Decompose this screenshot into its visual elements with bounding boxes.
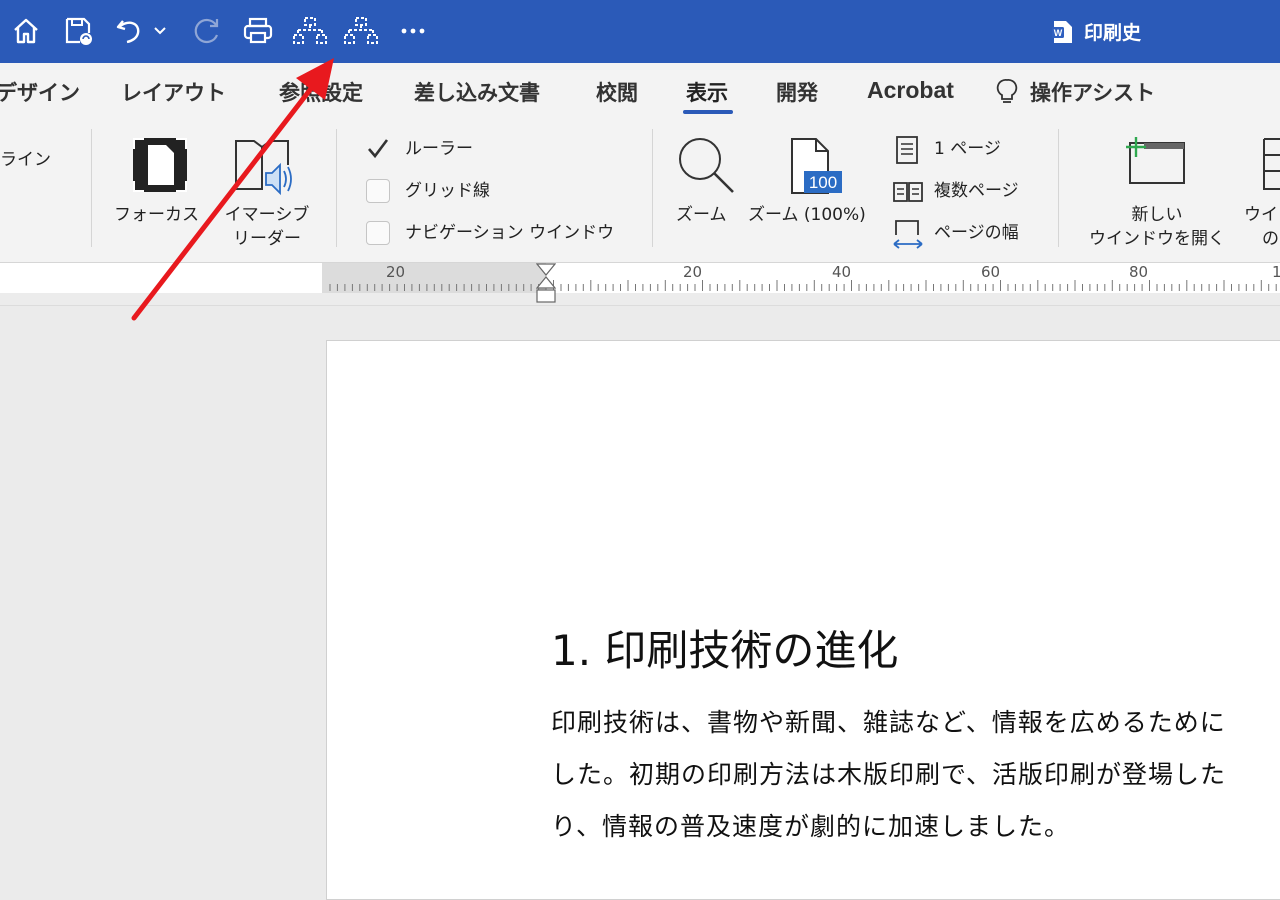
immersive-reader-label-line1: イマーシブ — [224, 205, 310, 225]
new-window-icon[interactable] — [1124, 137, 1188, 191]
tab-review[interactable]: 校閲 — [596, 77, 638, 107]
new-window-label-line2: ウインドウを開く — [1089, 229, 1225, 249]
ruler-label-80: 80 — [1129, 263, 1149, 281]
group-separator — [1058, 129, 1059, 247]
magnifier-icon[interactable] — [676, 135, 736, 199]
navigation-pane-checkbox[interactable] — [366, 221, 390, 245]
arrange-all-label-line2: の — [1262, 229, 1279, 249]
home-icon[interactable] — [9, 14, 43, 48]
immersive-reader-icon[interactable] — [234, 137, 298, 201]
page-width-label[interactable]: ページの幅 — [934, 221, 1019, 245]
zoom-100-icon[interactable]: 100 — [788, 137, 844, 201]
one-page-label[interactable]: 1 ページ — [934, 137, 1001, 161]
ribbon-view: ライン フォーカス イマーシブ リーダー ルーラー グリッド線 ナビゲーション … — [0, 119, 1280, 263]
tab-design[interactable]: デザイン — [0, 77, 80, 107]
ruler-label-left-20: 20 — [386, 263, 406, 281]
tell-me-label: 操作アシスト — [1030, 81, 1156, 105]
ruler-label-60: 60 — [981, 263, 1001, 281]
new-window-label-line1: 新しい — [1131, 205, 1183, 225]
undo-icon[interactable] — [113, 14, 147, 48]
arrange-all-icon[interactable] — [1262, 137, 1280, 195]
svg-text:W: W — [1054, 28, 1063, 38]
tab-acrobat[interactable]: Acrobat — [867, 77, 954, 104]
zoom-100-label[interactable]: ズーム (100%) — [748, 203, 866, 227]
immersive-reader-label-line2: リーダー — [233, 229, 301, 249]
page-width-icon[interactable] — [892, 219, 924, 253]
ruler-label-40: 40 — [832, 263, 852, 281]
save-icon[interactable] — [62, 14, 96, 48]
title-bar: W 印刷史 — [0, 0, 1280, 63]
tab-references[interactable]: 参照設定 — [279, 77, 363, 107]
one-page-icon[interactable] — [895, 135, 919, 169]
horizontal-ruler[interactable]: 20 20 40 60 80 1 — [0, 263, 1280, 306]
arrange-all-label-line1: ウイ — [1244, 205, 1278, 225]
tab-layout[interactable]: レイアウト — [121, 77, 226, 107]
ruler-ticks — [329, 280, 1277, 291]
document-heading: 1. 印刷技術の進化 — [551, 626, 899, 675]
multiple-pages-label[interactable]: 複数ページ — [934, 179, 1019, 203]
org-chart-icon-2[interactable] — [344, 14, 378, 48]
chevron-down-icon[interactable] — [150, 14, 170, 48]
body-text-line-2: した。初期の印刷方法は木版印刷で、活版印刷が登場した — [551, 760, 1227, 789]
focus-icon[interactable] — [132, 137, 188, 197]
focus-button-label[interactable]: フォーカス — [114, 203, 199, 227]
navigation-pane-label[interactable]: ナビゲーション ウインドウ — [405, 221, 614, 245]
ribbon-tabs: デザイン レイアウト 参照設定 差し込み文書 校閲 表示 開発 Acrobat … — [0, 63, 1280, 119]
gridlines-checkbox[interactable] — [366, 179, 390, 203]
ruler-label-100: 1 — [1272, 263, 1280, 281]
ruler-label-20: 20 — [683, 263, 703, 281]
document-page[interactable]: 1. 印刷技術の進化 印刷技術は、書物や新聞、雑誌など、情報を広めるために した… — [326, 340, 1280, 900]
tab-developer[interactable]: 開発 — [776, 77, 818, 107]
ruler-label[interactable]: ルーラー — [405, 137, 473, 161]
body-text-line-1: 印刷技術は、書物や新聞、雑誌など、情報を広めるために — [551, 708, 1226, 737]
tab-tell-me[interactable]: 操作アシスト — [996, 77, 1155, 107]
zoom-button-label[interactable]: ズーム — [676, 203, 727, 227]
active-tab-indicator — [683, 110, 733, 114]
lightbulb-icon — [996, 79, 1018, 103]
indent-marker-icon[interactable] — [535, 263, 557, 309]
group-separator — [652, 129, 653, 247]
redo-icon[interactable] — [189, 14, 223, 48]
document-title-text: 印刷史 — [1084, 22, 1142, 44]
document-title: W 印刷史 — [1052, 18, 1141, 45]
immersive-reader-label[interactable]: イマーシブ リーダー — [220, 203, 314, 251]
tab-view[interactable]: 表示 — [686, 77, 728, 107]
word-file-icon: W — [1052, 20, 1074, 44]
outline-button-label[interactable]: ライン — [0, 148, 51, 172]
zoom-100-badge: 100 — [809, 173, 837, 192]
org-chart-icon[interactable] — [293, 14, 327, 48]
print-icon[interactable] — [241, 14, 275, 48]
arrange-all-label[interactable]: ウイ の — [1244, 203, 1279, 251]
gridlines-label[interactable]: グリッド線 — [405, 179, 490, 203]
multiple-pages-icon[interactable] — [892, 181, 924, 207]
ruler-checkbox[interactable] — [366, 137, 390, 161]
more-icon[interactable] — [396, 14, 430, 48]
group-separator — [91, 129, 92, 247]
group-separator — [336, 129, 337, 247]
body-text-line-3: り、情報の普及速度が劇的に加速しました。 — [551, 812, 1071, 841]
new-window-label[interactable]: 新しい ウインドウを開く — [1084, 203, 1230, 251]
tab-mailings[interactable]: 差し込み文書 — [414, 77, 540, 107]
